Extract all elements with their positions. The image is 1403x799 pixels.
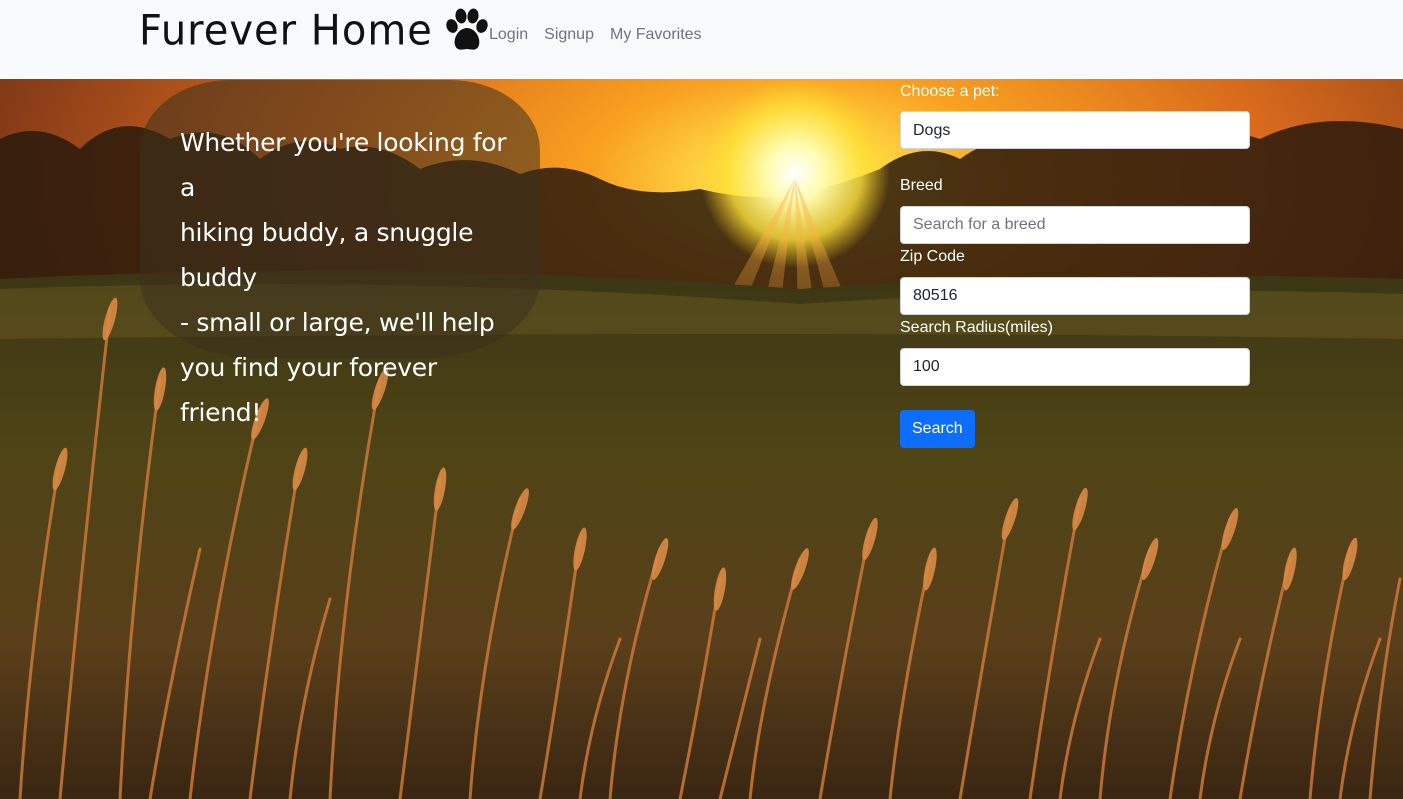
pet-select[interactable]: Dogs [900, 111, 1250, 149]
search-radius-input[interactable] [900, 348, 1250, 386]
zip-code-input[interactable] [900, 277, 1250, 315]
search-button[interactable]: Search [900, 410, 975, 448]
search-radius-label: Search Radius(miles) [900, 319, 1053, 336]
brand-title: Furever Home [139, 6, 433, 56]
navbar: Furever Home Login Signup My Favorites [0, 0, 1403, 79]
my-favorites-link[interactable]: My Favorites [602, 24, 710, 46]
signup-link[interactable]: Signup [536, 24, 602, 46]
tagline-line: hiking buddy, a snuggle buddy [180, 218, 474, 292]
tagline-line: you find your forever friend! [180, 353, 437, 427]
tagline-line: Whether you're looking for a [180, 128, 507, 202]
tagline-line: - small or large, we'll help [180, 308, 495, 337]
brand-link[interactable]: Furever Home [139, 6, 491, 56]
zip-code-label: Zip Code [900, 248, 965, 265]
tagline: Whether you're looking for a hiking budd… [180, 120, 510, 435]
breed-label: Breed [900, 177, 943, 194]
breed-search-input[interactable] [900, 206, 1250, 244]
pet-search-form: Choose a pet: Dogs Breed Zip Code Search… [900, 80, 1250, 448]
pet-label: Choose a pet: [900, 83, 1000, 100]
nav-links: Login Signup My Favorites [481, 24, 710, 46]
login-link[interactable]: Login [481, 24, 536, 46]
